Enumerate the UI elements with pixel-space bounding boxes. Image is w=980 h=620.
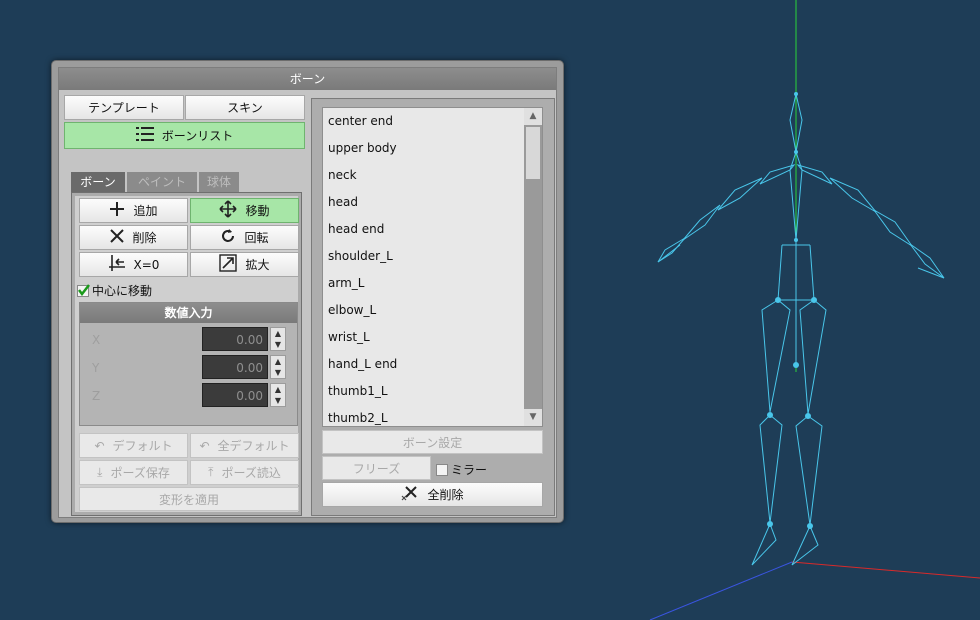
load-pose-button[interactable]: ⤒ ポーズ読込 [190,460,299,485]
bone-list-item[interactable]: center end [323,108,542,135]
download-icon: ⤓ [97,465,103,479]
delete-all-button[interactable]: 全削除 [322,482,543,507]
x-icon [110,229,125,246]
apply-transform-button[interactable]: 変形を適用 [79,487,299,511]
skin-button[interactable]: スキン [185,95,305,120]
list-icon [135,126,154,145]
scale-icon [219,254,238,275]
x-value-field[interactable]: 0.00 [202,327,268,351]
tab-paint[interactable]: ペイント [127,172,197,192]
bone-list-item[interactable]: head [323,189,542,216]
move-label: 移動 [245,204,270,218]
rotate-button[interactable]: 回転 [190,225,299,250]
x-spinner[interactable]: ▲ ▼ [270,327,286,351]
move-arrows-icon [219,200,238,221]
delete-all-icon [401,484,419,505]
bone-list-item[interactable]: hand_L end [323,351,542,378]
template-button[interactable]: テンプレート [64,95,184,120]
bone-tab-content: 追加 移動 削除 回転 X=0 拡大 中心に移動 数値入力 X 0.00 ▲ ▼… [71,192,302,516]
rotate-label: 回転 [244,231,269,245]
z-value-field[interactable]: 0.00 [202,383,268,407]
numeric-input-group: 数値入力 X 0.00 ▲ ▼ Y 0.00 ▲ ▼ Z 0.00 ▲ ▼ [79,302,298,426]
move-to-center-checkbox[interactable]: 中心に移動 [77,282,152,299]
checkmark-icon [77,283,90,297]
numeric-input-title: 数値入力 [80,303,297,323]
all-default-label: 全デフォルト [217,439,290,453]
skeleton-joints [767,92,817,529]
move-button[interactable]: 移動 [190,198,299,223]
default-button[interactable]: ↶ デフォルト [79,433,188,458]
save-pose-button[interactable]: ⤓ ポーズ保存 [79,460,188,485]
bone-panel-body: ボーン テンプレート スキン ボーンリスト ボーン ペイント 球体 追加 移動 … [58,67,557,518]
x-zero-icon [108,254,126,275]
bone-list-item[interactable]: thumb2_L [323,405,542,426]
default-label: デフォルト [112,439,173,453]
bone-list-item[interactable]: wrist_L [323,324,542,351]
add-button[interactable]: 追加 [79,198,188,223]
scale-button[interactable]: 拡大 [190,252,299,277]
rotate-icon [220,228,236,247]
x-zero-button[interactable]: X=0 [79,252,188,277]
delete-button[interactable]: 削除 [79,225,188,250]
delete-label: 削除 [132,231,157,245]
x-axis-line [791,561,980,579]
bone-list-item[interactable]: elbow_L [323,297,542,324]
undo-all-icon: ↶ [199,438,210,453]
y-value-field[interactable]: 0.00 [202,355,268,379]
scroll-down-arrow-icon[interactable]: ▼ [524,409,542,426]
bone-list-item[interactable]: shoulder_L [323,243,542,270]
bone-list-item[interactable]: neck [323,162,542,189]
y-axis-label: Y [92,361,100,375]
plus-icon [109,201,125,220]
save-pose-label: ポーズ保存 [110,466,170,480]
z-axis-line [649,561,793,620]
bone-items: center end upper body neck head head end shou… [323,108,542,426]
bone-settings-button[interactable]: ボーン設定 [322,430,543,454]
x-axis-label: X [92,333,101,347]
bone-list-panel: center end upper body neck head head end shou… [311,98,555,516]
bone-list-item[interactable]: upper body [323,135,542,162]
x-zero-label: X=0 [133,257,160,272]
z-spinner[interactable]: ▲ ▼ [270,383,286,407]
all-default-button[interactable]: ↶ 全デフォルト [190,433,299,458]
add-label: 追加 [133,204,158,218]
tab-sphere[interactable]: 球体 [199,172,239,192]
mirror-checkbox[interactable]: ミラー [436,461,487,478]
bone-list-button[interactable]: ボーンリスト [64,122,305,149]
move-to-center-label: 中心に移動 [92,284,153,298]
delete-all-label: 全削除 [427,488,464,502]
z-axis-label: Z [92,389,101,403]
load-pose-label: ポーズ読込 [221,466,281,480]
bone-list-item[interactable]: thumb1_L [323,378,542,405]
bone-list-label: ボーンリスト [161,129,234,143]
scale-label: 拡大 [245,258,270,272]
mirror-label: ミラー [451,463,488,477]
tab-bone[interactable]: ボーン [71,172,125,192]
bone-list-item[interactable]: head end [323,216,542,243]
scroll-up-arrow-icon[interactable]: ▲ [524,108,542,125]
undo-icon: ↶ [94,438,105,453]
upload-icon: ⤒ [208,465,214,479]
freeze-button[interactable]: フリーズ [322,456,431,480]
mirror-checkbox-box [436,463,448,476]
scroll-thumb[interactable] [526,127,540,179]
list-scrollbar[interactable]: ▲ ▼ [524,108,542,426]
skeleton [657,93,945,566]
bone-tab-inner: 追加 移動 削除 回転 X=0 拡大 中心に移動 数値入力 X 0.00 ▲ ▼… [75,196,299,512]
y-spinner[interactable]: ▲ ▼ [270,355,286,379]
bone-listbox[interactable]: center end upper body neck head head end shou… [322,107,543,427]
bone-panel: ボーン テンプレート スキン ボーンリスト ボーン ペイント 球体 追加 移動 … [51,60,564,523]
panel-title[interactable]: ボーン [59,68,556,90]
bone-list-item[interactable]: arm_L [323,270,542,297]
